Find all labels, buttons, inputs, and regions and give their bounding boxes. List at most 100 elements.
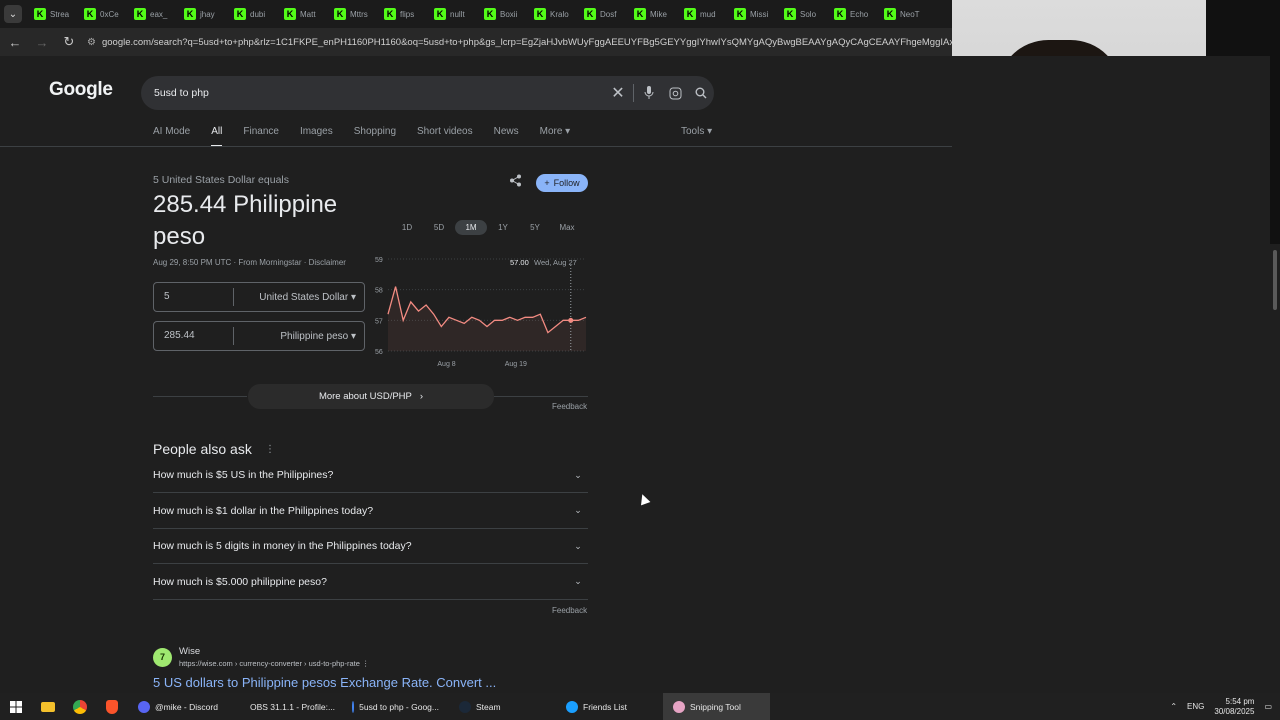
back-icon[interactable]: ← — [3, 30, 27, 54]
range-5y[interactable]: 5Y — [519, 220, 551, 235]
chrome-icon[interactable] — [64, 693, 96, 720]
paa-question[interactable]: How much is $5.000 philippine peso? ⌄ — [153, 565, 588, 600]
browser-tab[interactable]: Kdubi — [230, 3, 280, 25]
url-field[interactable]: ⚙ google.com/search?q=5usd+to+php&rlz=1C… — [87, 37, 952, 48]
to-currency-row: 285.44 Philippine peso ▾ — [153, 321, 365, 351]
site-info-icon[interactable]: ⚙ — [87, 37, 96, 48]
browser-tab[interactable]: K Solo — [780, 3, 830, 25]
page-scrollbar[interactable] — [1270, 244, 1280, 693]
kick-icon: K — [284, 8, 296, 20]
tab-title: Matt — [300, 9, 316, 19]
clock-date: 30/08/2025 — [1214, 706, 1255, 716]
language-indicator[interactable]: ENG — [1187, 702, 1204, 711]
taskbar-app[interactable]: @mike - Discord — [128, 693, 235, 720]
paa-question[interactable]: How much is $1 dollar in the Philippines… — [153, 494, 588, 529]
browser-tab[interactable]: K Missi — [730, 3, 780, 25]
clear-icon[interactable]: ✕ — [605, 80, 631, 106]
range-1y[interactable]: 1Y — [487, 220, 519, 235]
divider-right — [494, 396, 588, 397]
browser-tab[interactable]: K Mike — [630, 3, 680, 25]
browser-tab[interactable]: K 0xCe — [80, 3, 130, 25]
result-menu-icon[interactable]: ⋮ — [362, 659, 370, 668]
kick-icon: K — [334, 8, 346, 20]
browser-tab[interactable]: K NeoT — [880, 3, 930, 25]
search-tab-images[interactable]: Images — [300, 126, 333, 147]
result-title-link[interactable]: 5 US dollars to Philippine pesos Exchang… — [153, 675, 496, 690]
y-tick-label: 58 — [375, 288, 383, 295]
google-logo[interactable]: Google — [49, 79, 113, 101]
paa-feedback-link[interactable]: Feedback — [552, 606, 587, 615]
scroll-thumb[interactable] — [1273, 250, 1277, 310]
browser-tab[interactable]: K Echo — [830, 3, 880, 25]
browser-tab[interactable]: Kjhay — [180, 3, 230, 25]
browser-tab[interactable]: Knullt — [430, 3, 480, 25]
feedback-link[interactable]: Feedback — [552, 402, 587, 411]
browser-tab[interactable]: Kmud — [680, 3, 730, 25]
result-source[interactable]: 7 Wise https://wise.com › currency-conve… — [153, 646, 370, 668]
plus-icon: + — [544, 178, 550, 188]
reload-icon[interactable]: ↻ — [57, 30, 81, 54]
search-box[interactable]: 5usd to php ✕ — [141, 76, 714, 110]
search-tab-short-videos[interactable]: Short videos — [417, 126, 473, 147]
file-explorer-icon[interactable] — [32, 693, 64, 720]
taskbar-app[interactable]: Friends List — [556, 693, 663, 720]
lens-camera-icon[interactable] — [662, 80, 688, 106]
search-tab-all[interactable]: All — [211, 126, 223, 147]
app-label: Friends List — [583, 701, 627, 712]
browser-tab[interactable]: K Matt — [280, 3, 330, 25]
taskbar-app[interactable]: Snipping Tool — [663, 693, 770, 720]
from-amount-input[interactable]: 5 — [154, 288, 234, 306]
tooltip-value: 57.00 — [510, 258, 529, 267]
search-tab-finance[interactable]: Finance — [243, 126, 279, 147]
browser-tab[interactable]: K Kralo — [530, 3, 580, 25]
tab-title: dubi — [250, 9, 266, 19]
tab-title: flips — [400, 9, 415, 19]
tools-button[interactable]: Tools ▾ — [681, 126, 712, 137]
paa-question[interactable]: How much is 5 digits in money in the Phi… — [153, 529, 588, 564]
kick-icon: K — [784, 8, 796, 20]
browser-tab[interactable]: K Strea — [30, 3, 80, 25]
exchange-rate-chart[interactable]: 59 58 57 56 Aug 8 Aug 19 57.00 Wed, Aug 27 — [372, 251, 590, 371]
search-input[interactable]: 5usd to php — [154, 87, 605, 99]
microphone-icon[interactable] — [636, 80, 662, 106]
paa-question[interactable]: How much is $5 US in the Philippines? ⌄ — [153, 458, 588, 493]
range-5d[interactable]: 5D — [423, 220, 455, 235]
kick-icon: K — [234, 8, 246, 20]
browser-tab[interactable]: Keax_ — [130, 3, 180, 25]
follow-button[interactable]: + Follow — [536, 174, 588, 192]
taskbar-app[interactable]: OBS 31.1.1 - Profile:... — [235, 693, 342, 720]
brave-icon[interactable] — [96, 693, 128, 720]
tray-expand-icon[interactable]: ⌃ — [1170, 702, 1177, 711]
from-currency-select[interactable]: United States Dollar ▾ — [234, 292, 364, 303]
browser-tab[interactable]: K Dosf — [580, 3, 630, 25]
taskbar-app[interactable]: 5usd to php - Goog... — [342, 693, 449, 720]
tab-search-menu-icon[interactable]: ⌄ — [4, 5, 22, 23]
browser-tab[interactable]: K Boxii — [480, 3, 530, 25]
chevron-down-icon: ⌄ — [574, 505, 582, 515]
range-max[interactable]: Max — [551, 220, 583, 235]
clock[interactable]: 5:54 pm 30/08/2025 — [1214, 697, 1254, 717]
search-tab-more[interactable]: More ▾ — [540, 126, 571, 147]
forward-icon[interactable]: → — [30, 30, 54, 54]
search-tab-news[interactable]: News — [494, 126, 519, 147]
tab-title: Missi — [750, 9, 769, 19]
chart-area — [388, 286, 586, 351]
search-tabs: AI Mode All Finance Images Shopping Short vid… — [153, 126, 591, 147]
to-currency-select[interactable]: Philippine peso ▾ — [234, 331, 364, 342]
share-icon[interactable] — [509, 174, 522, 190]
more-about-button[interactable]: More about USD/PHP › — [248, 384, 494, 409]
search-tab-ai-mode[interactable]: AI Mode — [153, 126, 190, 147]
to-amount-input[interactable]: 285.44 — [154, 327, 234, 345]
range-1m[interactable]: 1M — [455, 220, 487, 235]
windows-start-icon[interactable] — [0, 693, 32, 720]
search-icon[interactable] — [688, 80, 714, 106]
app-icon — [566, 700, 578, 713]
notification-icon[interactable]: ▭ — [1264, 702, 1272, 711]
browser-tab[interactable]: Kflips — [380, 3, 430, 25]
app-label: Snipping Tool — [690, 701, 741, 712]
more-options-icon[interactable]: ⋮ — [265, 444, 275, 455]
search-tab-shopping[interactable]: Shopping — [354, 126, 396, 147]
range-1d[interactable]: 1D — [391, 220, 423, 235]
taskbar-app[interactable]: Steam — [449, 693, 556, 720]
browser-tab[interactable]: K Mttrs — [330, 3, 380, 25]
